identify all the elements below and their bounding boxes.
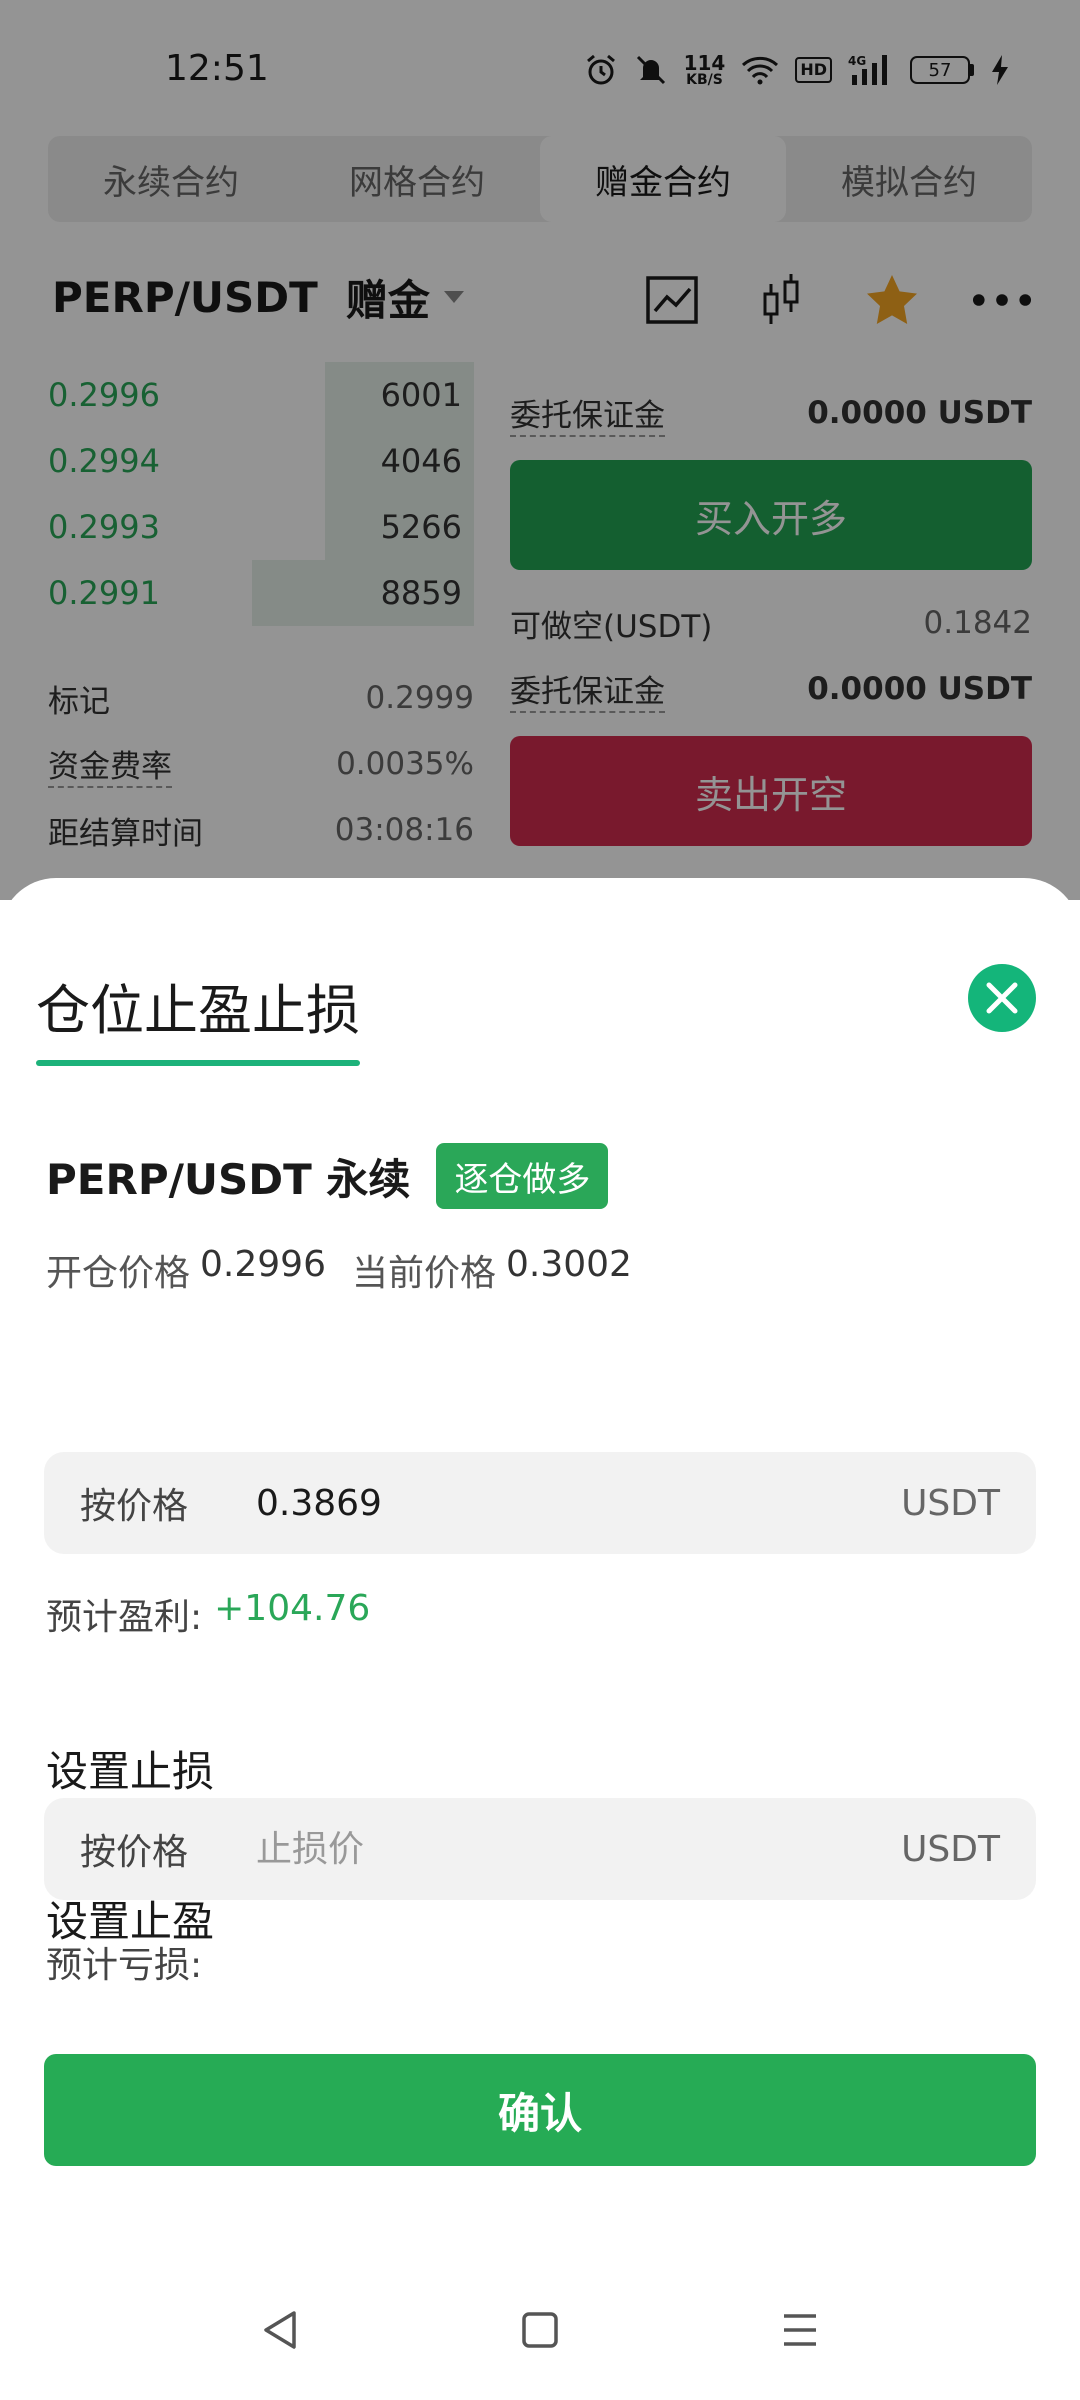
estimated-profit-label: 预计盈利: [46,1597,203,1638]
position-side-badge: 逐仓做多 [436,1143,609,1209]
stop-loss-input[interactable] [256,1828,902,1870]
close-button[interactable] [968,964,1036,1032]
take-profit-input-box[interactable]: 按价格 USDT [44,1452,1036,1554]
title-underline [36,1060,360,1066]
position-symbol: PERP/USDT 永续 [46,1154,411,1204]
stop-loss-input-box[interactable]: 按价格 USDT [44,1798,1036,1900]
take-profit-input[interactable] [256,1482,902,1524]
estimated-loss: 预计亏损: [46,1936,214,1988]
price-info: 开仓价格 0.2996 当前价格 0.3002 [46,1244,632,1296]
take-profit-mode-label[interactable]: 按价格 [80,1477,256,1529]
menu-icon[interactable] [770,2300,830,2360]
stop-loss-title: 设置止损 [46,1747,215,1796]
confirm-button[interactable]: 确认 [44,2054,1036,2166]
stop-loss-mode-label[interactable]: 按价格 [80,1823,256,1875]
close-icon [986,982,1018,1014]
back-icon[interactable] [250,2300,310,2360]
open-price-value: 0.2996 [200,1244,326,1285]
estimated-profit: 预计盈利: +104.76 [46,1588,370,1640]
screen: 12:51 114 KB/S HD 4G 57 永续合约 网格合约 赠金合约 模… [0,0,1080,2400]
current-price-value: 0.3002 [506,1244,632,1285]
open-price-label: 开仓价格 [46,1253,191,1294]
sheet-title: 仓位止盈止损 [36,979,360,1042]
current-price-label: 当前价格 [351,1253,496,1294]
home-icon[interactable] [510,2300,570,2360]
system-nav-bar [0,2260,1080,2400]
estimated-profit-value: +104.76 [214,1588,371,1629]
estimated-loss-label: 预计亏损: [46,1945,203,1986]
tp-sl-sheet: 仓位止盈止损 PERP/USDT 永续 逐仓做多 开仓价格 0.2996 当前价… [0,878,1080,2400]
modal-backdrop[interactable] [0,0,1080,900]
take-profit-unit: USDT [901,1482,1000,1524]
stop-loss-unit: USDT [901,1828,1000,1870]
position-symbol-row: PERP/USDT 永续 逐仓做多 [46,1143,609,1209]
